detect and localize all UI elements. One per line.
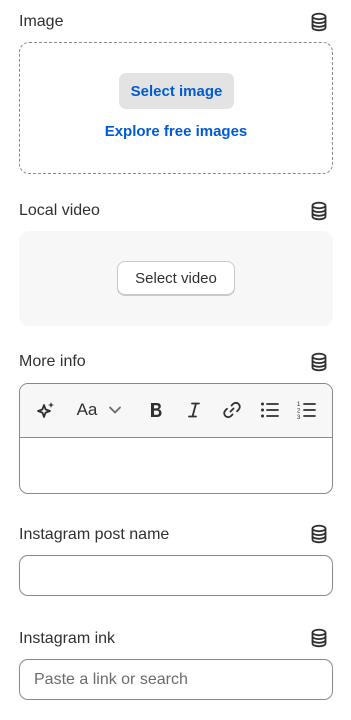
- instagram-link-input[interactable]: [19, 659, 333, 700]
- text-format-label: Aa: [76, 400, 98, 419]
- database-icon[interactable]: [310, 524, 328, 544]
- svg-text:1: 1: [297, 402, 301, 408]
- image-label: Image: [19, 13, 64, 30]
- local-video-dropzone[interactable]: Select video: [19, 231, 333, 326]
- database-icon[interactable]: [310, 628, 328, 648]
- svg-text:2: 2: [297, 409, 301, 415]
- magic-sparkle-icon[interactable]: [31, 395, 61, 425]
- more-info-editor-body[interactable]: [20, 439, 332, 493]
- italic-icon[interactable]: [179, 395, 209, 425]
- database-icon[interactable]: [310, 201, 328, 221]
- rich-text-toolbar: Aa 1 2 3: [20, 384, 332, 438]
- bold-icon[interactable]: [141, 395, 171, 425]
- link-icon[interactable]: [217, 395, 247, 425]
- local-video-label: Local video: [19, 202, 100, 219]
- chevron-down-icon[interactable]: [104, 395, 126, 425]
- database-icon[interactable]: [310, 352, 328, 372]
- select-image-button[interactable]: Select image: [119, 73, 234, 109]
- instagram-link-label: Instagram ink: [19, 630, 116, 647]
- numbered-list-icon[interactable]: 1 2 3: [292, 395, 322, 425]
- explore-free-images-link[interactable]: Explore free images: [20, 123, 332, 140]
- more-info-rich-text-editor: Aa 1 2 3: [19, 383, 333, 494]
- text-format-icon[interactable]: Aa: [72, 395, 102, 425]
- instagram-post-name-label: Instagram post name: [19, 526, 170, 543]
- database-icon[interactable]: [310, 12, 328, 32]
- bulleted-list-icon[interactable]: [255, 395, 285, 425]
- image-dropzone[interactable]: Select image Explore free images: [19, 42, 333, 174]
- instagram-post-name-input[interactable]: [19, 555, 333, 596]
- more-info-label: More info: [19, 353, 86, 370]
- svg-text:3: 3: [297, 415, 301, 420]
- select-video-button[interactable]: Select video: [117, 261, 235, 295]
